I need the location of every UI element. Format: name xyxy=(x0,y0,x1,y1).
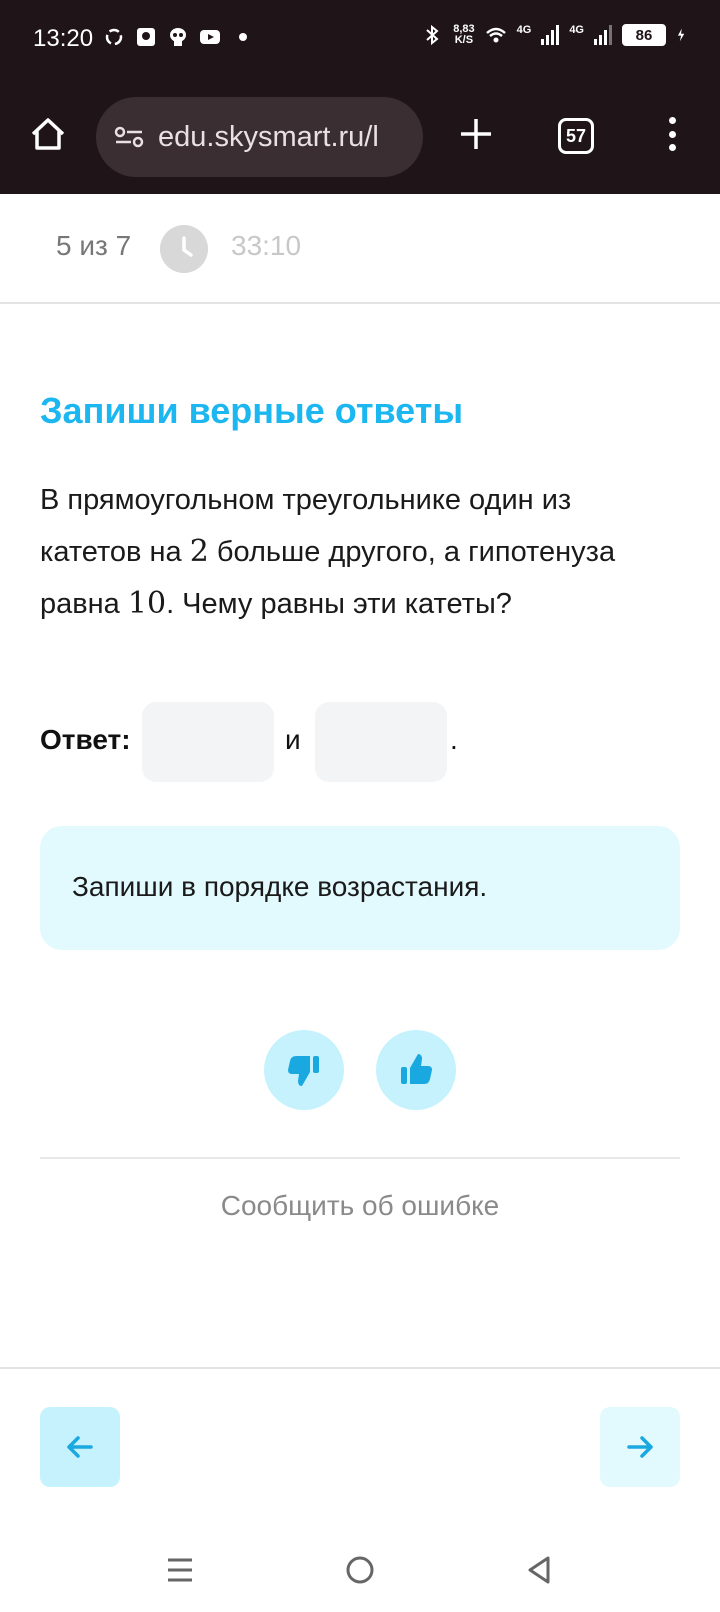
task-number: 2 xyxy=(189,534,209,569)
tab-switcher-button[interactable]: 57 xyxy=(558,118,594,154)
more-notifications-dot xyxy=(239,33,247,41)
signal-icon-2 xyxy=(594,25,612,45)
network-label-1: 4G xyxy=(516,24,532,36)
new-tab-icon[interactable] xyxy=(458,116,494,152)
next-task-button[interactable] xyxy=(600,1407,680,1487)
like-button[interactable] xyxy=(376,1030,456,1110)
alien-icon xyxy=(170,28,186,46)
report-error-link[interactable]: Сообщить об ошибке xyxy=(0,1190,720,1222)
home-circle-icon[interactable] xyxy=(340,1550,380,1590)
task-title: Запиши верные ответы xyxy=(40,390,464,431)
answer-input-2[interactable] xyxy=(315,702,447,782)
timer: 33:10 xyxy=(231,230,302,261)
answer-end: . xyxy=(450,724,458,755)
recent-apps-icon[interactable] xyxy=(160,1550,200,1590)
answer-input-1[interactable] xyxy=(142,702,274,782)
dislike-button[interactable] xyxy=(264,1030,344,1110)
status-bar: 13:20 8,83 K/S 4G 4G 86 xyxy=(0,0,720,82)
divider xyxy=(40,1157,680,1159)
arrow-right-icon xyxy=(627,1436,653,1458)
browser-menu-icon[interactable] xyxy=(662,114,682,154)
task-text-part: . Чему равны эти катеты? xyxy=(166,588,512,620)
system-navigation-bar xyxy=(0,1530,720,1612)
site-settings-icon[interactable] xyxy=(114,125,144,149)
thumbs-up-icon xyxy=(401,1054,432,1084)
home-icon[interactable] xyxy=(28,114,68,154)
address-bar[interactable]: edu.skysmart.ru/l xyxy=(96,97,423,177)
task-counter: 5 из 7 xyxy=(56,230,132,261)
answer-row: Ответ: и . xyxy=(40,702,680,782)
network-speed: 8,83 K/S xyxy=(453,24,474,46)
task-text: В прямоугольном треугольнике один из кат… xyxy=(40,474,680,630)
status-time: 13:20 xyxy=(33,25,94,52)
hint-box: Запиши в порядке возрастания. xyxy=(40,826,680,950)
answer-conjunction: и xyxy=(285,724,301,755)
url-text: edu.skysmart.ru/l xyxy=(158,120,379,153)
bluetooth-icon xyxy=(426,24,439,46)
back-triangle-icon[interactable] xyxy=(520,1550,560,1590)
network-label-2: 4G xyxy=(569,24,584,36)
app-icon xyxy=(137,28,155,46)
speed-unit: K/S xyxy=(454,34,474,46)
system-indicators: 8,83 K/S 4G 4G 86 xyxy=(421,24,690,46)
thumbs-down-icon xyxy=(288,1056,319,1086)
hint-text: Запиши в порядке возрастания. xyxy=(72,871,488,902)
clock-icon xyxy=(160,225,208,273)
wifi-icon xyxy=(485,27,506,43)
notification-icons xyxy=(103,26,247,48)
task-number: 10 xyxy=(127,586,167,621)
youtube-icon xyxy=(200,30,220,44)
answer-label: Ответ: xyxy=(40,724,131,755)
sync-icon xyxy=(105,28,123,46)
browser-toolbar: edu.skysmart.ru/l 57 xyxy=(0,82,720,194)
battery-indicator: 86 xyxy=(622,24,666,46)
signal-icon xyxy=(541,25,560,45)
bottom-divider xyxy=(0,1367,720,1369)
arrow-left-icon xyxy=(67,1436,93,1458)
charging-icon xyxy=(677,28,685,42)
progress-header: 5 из 7 33:10 xyxy=(0,194,720,304)
previous-task-button[interactable] xyxy=(40,1407,120,1487)
